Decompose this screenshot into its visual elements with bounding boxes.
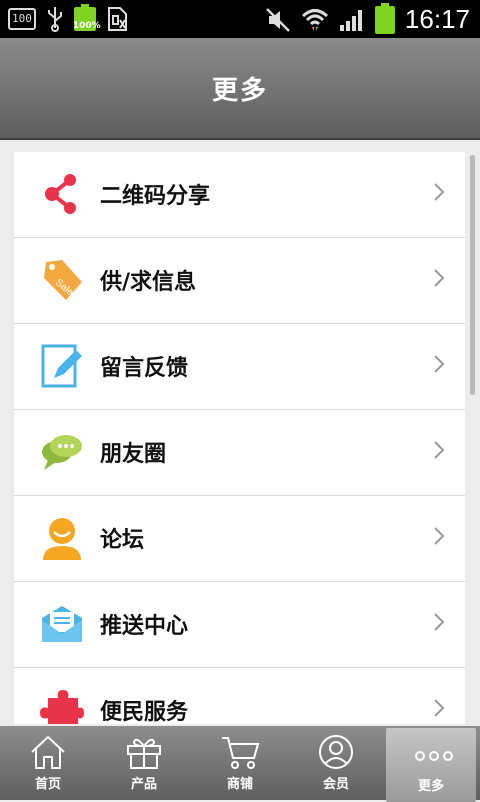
scrollbar[interactable] bbox=[470, 155, 475, 395]
menu-item-supply-demand[interactable]: Sale 供/求信息 bbox=[14, 238, 465, 324]
tab-member[interactable]: 会员 bbox=[288, 726, 384, 800]
tab-more[interactable]: 更多 bbox=[386, 728, 476, 802]
more-dots-icon bbox=[415, 751, 453, 761]
tab-label: 更多 bbox=[417, 779, 444, 794]
sale-tag-icon: Sale bbox=[44, 260, 82, 300]
member-icon bbox=[319, 735, 353, 769]
menu-list: 二维码分享 Sale 供/求信息 留言反馈 朋友圈 论坛 推送中心 便民服务 bbox=[14, 152, 465, 724]
title-bar: 更多 bbox=[0, 38, 480, 140]
mute-icon bbox=[266, 7, 290, 32]
battery-icon bbox=[374, 2, 395, 34]
chevron-right-icon bbox=[434, 441, 445, 459]
status-right-icons: 16:17 bbox=[265, 2, 470, 35]
user-smile-icon bbox=[43, 518, 81, 560]
chevron-right-icon bbox=[434, 699, 445, 717]
menu-item-label: 朋友圈 bbox=[100, 442, 167, 467]
tab-label: 首页 bbox=[34, 777, 61, 792]
tab-label: 产品 bbox=[130, 777, 157, 792]
gift-icon bbox=[127, 738, 161, 769]
menu-item-label: 留言反馈 bbox=[100, 356, 189, 381]
edit-note-icon bbox=[41, 344, 82, 388]
cart-icon bbox=[222, 737, 260, 769]
menu-item-label: 论坛 bbox=[100, 528, 145, 553]
chevron-right-icon bbox=[434, 183, 445, 201]
bottom-nav: 首页 产品 商铺 会员 更多 bbox=[0, 726, 480, 802]
menu-item-label: 推送中心 bbox=[100, 614, 189, 639]
menu-item-convenience[interactable]: 便民服务 bbox=[14, 668, 465, 724]
sim-card-icon bbox=[107, 7, 127, 31]
menu-item-label: 二维码分享 bbox=[100, 184, 211, 209]
menu-item-label: 便民服务 bbox=[100, 700, 189, 724]
menu-item-label: 供/求信息 bbox=[100, 270, 197, 295]
chevron-right-icon bbox=[434, 355, 445, 373]
tab-label: 商铺 bbox=[226, 777, 253, 792]
envelope-icon bbox=[42, 606, 82, 642]
page-title: 更多 bbox=[211, 76, 268, 106]
share-icon bbox=[45, 174, 76, 214]
tab-shops[interactable]: 商铺 bbox=[192, 726, 288, 800]
puzzle-icon bbox=[40, 690, 84, 724]
tab-products[interactable]: 产品 bbox=[96, 726, 192, 800]
chevron-right-icon bbox=[434, 269, 445, 287]
wifi-icon bbox=[301, 8, 328, 31]
tab-home[interactable]: 首页 bbox=[0, 726, 96, 800]
usb-icon bbox=[47, 7, 62, 32]
battery-percent: 100% bbox=[72, 21, 101, 31]
chevron-right-icon bbox=[434, 527, 445, 545]
tab-label: 会员 bbox=[322, 777, 349, 792]
chat-bubbles-icon bbox=[42, 435, 82, 470]
status-left-icons: 100 100% bbox=[8, 4, 128, 32]
menu-item-feedback[interactable]: 留言反馈 bbox=[14, 324, 465, 410]
clock: 16:17 bbox=[404, 4, 470, 34]
chevron-right-icon bbox=[434, 613, 445, 631]
home-icon bbox=[31, 735, 65, 769]
menu-item-qr-share[interactable]: 二维码分享 bbox=[14, 152, 465, 238]
signal-icon bbox=[339, 9, 362, 31]
notification-badge: 100 bbox=[8, 8, 36, 30]
battery-small-icon: 100% bbox=[73, 4, 101, 31]
menu-item-moments[interactable]: 朋友圈 bbox=[14, 410, 465, 496]
menu-item-push-center[interactable]: 推送中心 bbox=[14, 582, 465, 668]
status-bar: 100 100% 16:17 bbox=[0, 0, 480, 38]
menu-item-forum[interactable]: 论坛 bbox=[14, 496, 465, 582]
